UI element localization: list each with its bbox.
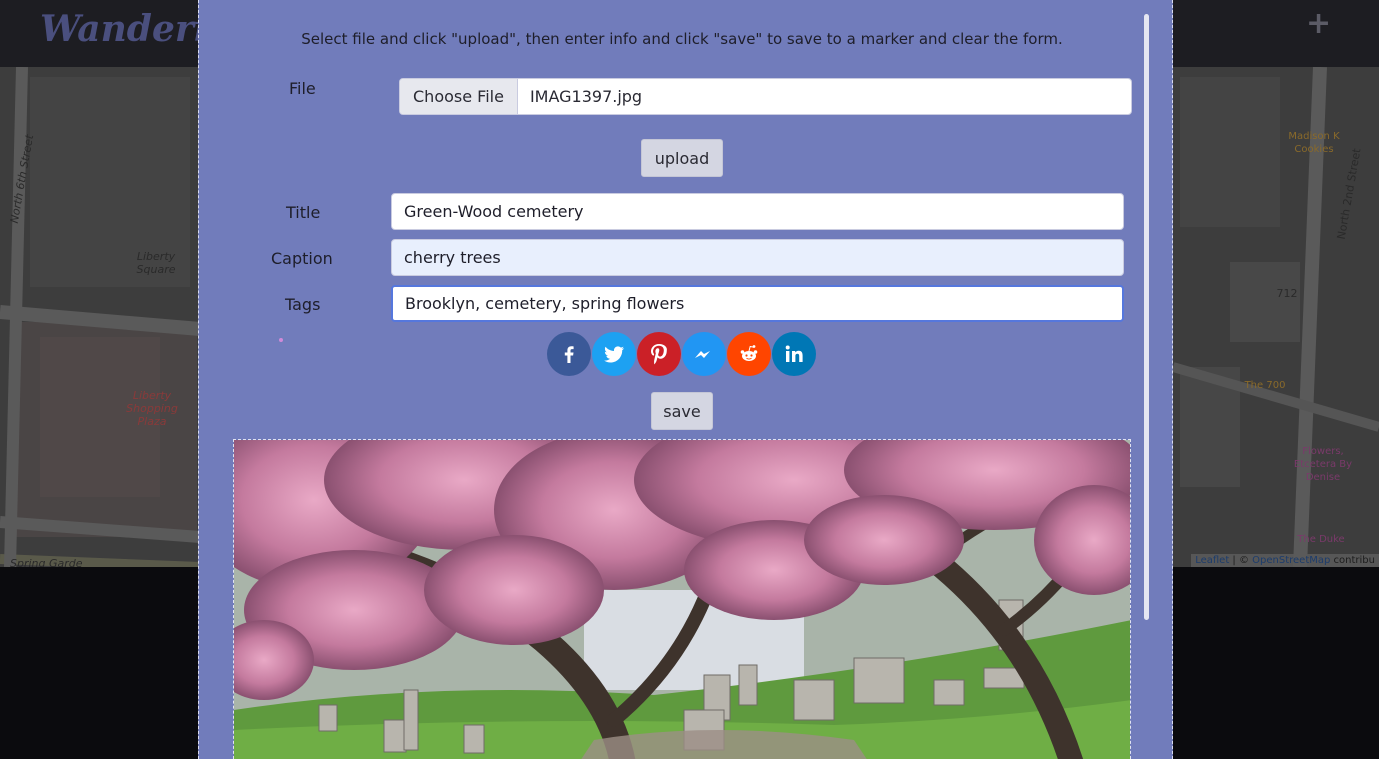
reddit-icon: [740, 345, 758, 361]
share-facebook-button[interactable]: [547, 332, 591, 376]
title-input[interactable]: [391, 193, 1124, 230]
share-messenger-button[interactable]: [682, 332, 726, 376]
file-input[interactable]: Choose File IMAG1397.jpg: [399, 78, 1132, 115]
share-linkedin-button[interactable]: [772, 332, 816, 376]
share-twitter-button[interactable]: [592, 332, 636, 376]
osm-link[interactable]: OpenStreetMap: [1252, 555, 1330, 566]
upload-button[interactable]: upload: [641, 139, 723, 177]
street-label: Spring Garde: [10, 557, 83, 567]
attribution-suffix: contribu: [1330, 555, 1375, 566]
selected-filename: IMAG1397.jpg: [529, 87, 643, 106]
leaflet-link[interactable]: Leaflet: [1195, 555, 1229, 566]
choose-file-button[interactable]: Choose File: [400, 79, 518, 114]
building-number: 712: [1276, 287, 1298, 300]
share-reddit-button[interactable]: [727, 332, 771, 376]
poi-label: Flowers, Etcetera By Denise: [1293, 446, 1353, 483]
tags-input[interactable]: [391, 285, 1124, 322]
twitter-icon: [604, 346, 625, 363]
modal-scrollbar[interactable]: [1144, 14, 1149, 620]
instructions-text: Select file and click "upload", then ent…: [301, 30, 1063, 48]
attribution-separator: | ©: [1229, 555, 1253, 566]
cherry-tree-photo: [234, 440, 1130, 759]
file-label: File: [289, 79, 316, 98]
poi-label: Madison K Cookies: [1288, 131, 1340, 155]
caption-input[interactable]: [391, 239, 1124, 276]
share-pinterest-button[interactable]: [637, 332, 681, 376]
poi-label: The Duke: [1297, 534, 1345, 545]
uploaded-photo: [233, 439, 1131, 759]
map-attribution: Leaflet | © OpenStreetMap contribu: [1191, 554, 1379, 567]
messenger-icon: [695, 351, 710, 358]
pinterest-icon: [651, 344, 667, 365]
title-label: Title: [286, 203, 321, 222]
place-label: Liberty Shopping Plaza: [126, 389, 178, 428]
poi-label: The 700: [1244, 380, 1286, 391]
facebook-icon: [564, 346, 574, 363]
tags-label: Tags: [285, 295, 321, 314]
caption-label: Caption: [271, 249, 333, 268]
linkedin-icon: [785, 345, 803, 362]
place-label: Liberty Square: [136, 250, 176, 276]
upload-modal: Select file and click "upload", then ent…: [198, 0, 1173, 759]
add-button[interactable]: +: [1306, 6, 1331, 41]
save-button[interactable]: save: [651, 392, 713, 430]
decorative-dot: [279, 338, 283, 342]
